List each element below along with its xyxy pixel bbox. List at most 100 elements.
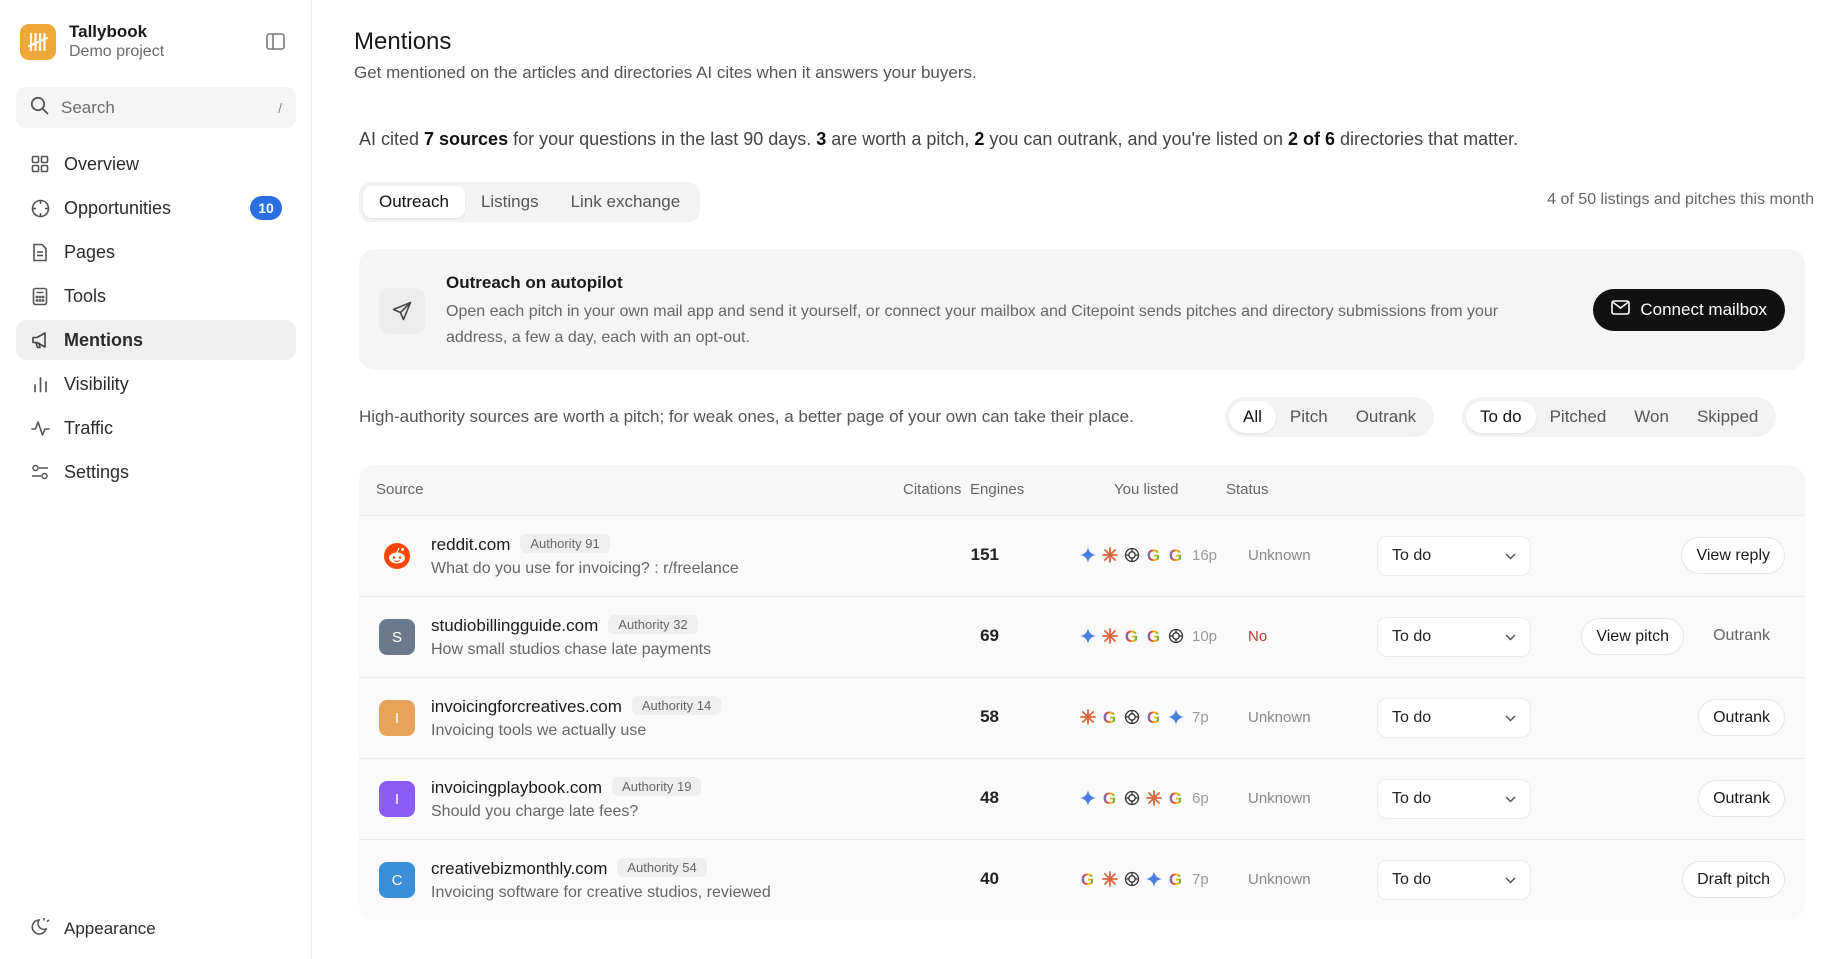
google-icon: G bbox=[1124, 626, 1139, 646]
chevron-down-icon bbox=[1505, 871, 1516, 889]
chevron-down-icon bbox=[1505, 628, 1516, 646]
filter-pitched[interactable]: Pitched bbox=[1536, 401, 1621, 433]
draft-pitch-button[interactable]: Draft pitch bbox=[1682, 861, 1785, 898]
status-value: To do bbox=[1392, 790, 1432, 807]
filter-all[interactable]: All bbox=[1229, 401, 1276, 433]
source-domain[interactable]: creativebizmonthly.com Authority 54 bbox=[431, 858, 707, 879]
autopilot-card: Outreach on autopilot Open each pitch in… bbox=[359, 249, 1805, 370]
status-select[interactable]: To do bbox=[1377, 779, 1531, 819]
outrank-button[interactable]: Outrank bbox=[1698, 699, 1785, 736]
chevron-down-icon bbox=[1505, 547, 1516, 565]
page-title: Mentions bbox=[354, 28, 452, 55]
listed-status: Unknown bbox=[1248, 547, 1311, 564]
appearance-button[interactable]: Appearance bbox=[30, 916, 156, 941]
megaphone-icon bbox=[30, 330, 50, 350]
pitch-hint: High-authority sources are worth a pitch… bbox=[359, 407, 1134, 426]
claude-icon bbox=[1100, 626, 1119, 646]
tally-logo-icon bbox=[20, 24, 56, 60]
openai-icon bbox=[1166, 626, 1185, 646]
source-favicon: C bbox=[379, 862, 415, 898]
sidebar-toggle-icon[interactable] bbox=[264, 30, 286, 52]
outrank-button[interactable]: Outrank bbox=[1698, 780, 1785, 817]
tab-outreach[interactable]: Outreach bbox=[363, 186, 465, 218]
filter-to-do[interactable]: To do bbox=[1466, 401, 1536, 433]
tab-listings[interactable]: Listings bbox=[465, 186, 555, 218]
monthly-quota: 4 of 50 listings and pitches this month bbox=[1547, 191, 1814, 208]
listed-status: Unknown bbox=[1248, 709, 1311, 726]
listed-status: No bbox=[1248, 628, 1268, 645]
engines-more[interactable]: 7p bbox=[1192, 709, 1209, 726]
status-select[interactable]: To do bbox=[1377, 536, 1531, 576]
filter-won[interactable]: Won bbox=[1620, 401, 1683, 433]
status-select[interactable]: To do bbox=[1377, 860, 1531, 900]
source-domain[interactable]: invoicingforcreatives.com Authority 14 bbox=[431, 696, 722, 717]
table-row[interactable]: Iinvoicingplaybook.com Authority 19 Should… bbox=[359, 758, 1805, 839]
sidebar-item-traffic[interactable]: Traffic bbox=[16, 408, 296, 448]
sidebar-item-mentions[interactable]: Mentions bbox=[16, 320, 296, 360]
send-icon bbox=[379, 288, 425, 334]
sidebar-item-settings[interactable]: Settings bbox=[16, 452, 296, 492]
table-row[interactable]: Sstudiobillingguide.com Authority 32 How s… bbox=[359, 596, 1805, 677]
citation-summary: AI cited 7 sources for your questions in… bbox=[359, 129, 1519, 149]
search-input[interactable]: Search / bbox=[16, 87, 296, 128]
status-select[interactable]: To do bbox=[1377, 617, 1531, 657]
table-row[interactable]: reddit.com Authority 91 What do you use fo… bbox=[359, 515, 1805, 596]
google-icon: G bbox=[1080, 869, 1095, 889]
engine-list: G G 10p bbox=[1078, 626, 1217, 646]
filter-outrank[interactable]: Outrank bbox=[1342, 401, 1430, 433]
view-pitch-button[interactable]: View pitch bbox=[1581, 618, 1684, 655]
authority-badge: Authority 54 bbox=[617, 858, 707, 877]
table-row[interactable]: Ccreativebizmonthly.com Authority 54 Invoi… bbox=[359, 839, 1805, 920]
authority-badge: Authority 32 bbox=[608, 615, 698, 634]
sidebar-item-tools[interactable]: Tools bbox=[16, 276, 296, 316]
connect-mailbox-label: Connect mailbox bbox=[1640, 300, 1767, 319]
engines-more[interactable]: 16p bbox=[1192, 547, 1217, 564]
sidebar-item-pages[interactable]: Pages bbox=[16, 232, 296, 272]
outrank-link[interactable]: Outrank bbox=[1713, 627, 1770, 645]
pulse-icon bbox=[30, 418, 50, 438]
listed-status: Unknown bbox=[1248, 871, 1311, 888]
google-icon: G bbox=[1146, 626, 1161, 646]
sidebar: Tallybook Demo project Search / Overview… bbox=[0, 0, 312, 959]
gemini-icon bbox=[1078, 788, 1097, 808]
theme-icon bbox=[30, 916, 50, 941]
sidebar-item-overview[interactable]: Overview bbox=[16, 144, 296, 184]
mentions-tabs: Outreach Listings Link exchange bbox=[359, 182, 701, 222]
autopilot-description: Open each pitch in your own mail app and… bbox=[446, 303, 1499, 346]
gemini-icon bbox=[1078, 626, 1097, 646]
sidebar-item-label: Settings bbox=[64, 461, 130, 482]
tab-link-exchange[interactable]: Link exchange bbox=[555, 186, 697, 218]
google-icon: G bbox=[1168, 788, 1183, 808]
sidebar-item-label: Mentions bbox=[64, 329, 143, 350]
connect-mailbox-button[interactable]: Connect mailbox bbox=[1593, 289, 1785, 331]
col-listed: You listed bbox=[1114, 481, 1179, 498]
table-row[interactable]: Iinvoicingforcreatives.com Authority 14 In… bbox=[359, 677, 1805, 758]
brand-text: Tallybook Demo project bbox=[69, 22, 164, 62]
listed-status: Unknown bbox=[1248, 790, 1311, 807]
source-domain[interactable]: invoicingplaybook.com Authority 19 bbox=[431, 777, 702, 798]
status-select[interactable]: To do bbox=[1377, 698, 1531, 738]
engines-more[interactable]: 10p bbox=[1192, 628, 1217, 645]
source-domain[interactable]: studiobillingguide.com Authority 32 bbox=[431, 615, 698, 636]
page-icon bbox=[30, 242, 50, 262]
view-reply-button[interactable]: View reply bbox=[1681, 537, 1785, 574]
filter-skipped[interactable]: Skipped bbox=[1683, 401, 1772, 433]
citation-count: 69 bbox=[980, 626, 999, 645]
engine-list: G G 7p bbox=[1078, 707, 1209, 727]
source-domain[interactable]: reddit.com Authority 91 bbox=[431, 534, 610, 555]
brand[interactable]: Tallybook Demo project bbox=[20, 22, 164, 62]
col-citations[interactable]: Citations bbox=[903, 481, 961, 498]
claude-icon bbox=[1078, 707, 1097, 727]
filter-pitch[interactable]: Pitch bbox=[1276, 401, 1342, 433]
openai-icon bbox=[1122, 788, 1141, 808]
sidebar-item-label: Overview bbox=[64, 153, 140, 174]
engines-more[interactable]: 7p bbox=[1192, 871, 1209, 888]
mail-icon bbox=[1611, 300, 1631, 320]
source-domain-text: studiobillingguide.com bbox=[431, 616, 599, 635]
sidebar-item-opportunities[interactable]: Opportunities 10 bbox=[16, 188, 296, 228]
sidebar-item-visibility[interactable]: Visibility bbox=[16, 364, 296, 404]
sidebar-nav: Overview Opportunities 10 Pages Tools Me… bbox=[16, 144, 296, 496]
sidebar-item-label: Opportunities bbox=[64, 197, 172, 218]
chevron-down-icon bbox=[1505, 790, 1516, 808]
engines-more[interactable]: 6p bbox=[1192, 790, 1209, 807]
